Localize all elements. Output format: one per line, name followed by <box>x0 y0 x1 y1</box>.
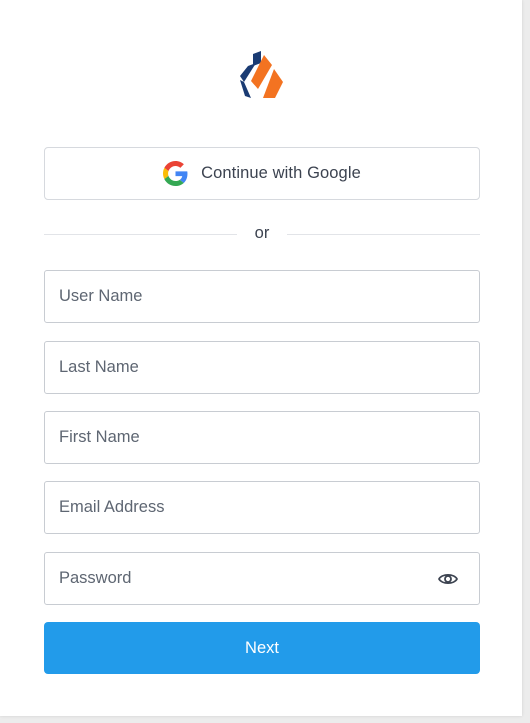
first-name-field-container <box>44 411 480 464</box>
divider-text: or <box>254 224 270 242</box>
divider-line-left <box>44 234 237 235</box>
divider-line-right <box>287 234 480 235</box>
password-field-container <box>44 552 480 605</box>
next-button-label: Next <box>245 638 279 657</box>
user-name-field-container <box>44 270 480 323</box>
email-address-input[interactable] <box>45 482 479 533</box>
next-button[interactable]: Next <box>44 622 480 674</box>
google-icon <box>163 161 188 186</box>
continue-with-google-button[interactable]: Continue with Google <box>44 147 480 200</box>
or-divider: or <box>44 222 480 246</box>
brand-logo-icon <box>239 51 284 100</box>
email-field-container <box>44 481 480 534</box>
continue-with-google-label: Continue with Google <box>201 164 361 182</box>
last-name-field-container <box>44 341 480 394</box>
password-input[interactable] <box>45 553 479 604</box>
signup-card: Continue with Google or Next <box>0 0 522 716</box>
user-name-input[interactable] <box>45 271 479 322</box>
last-name-input[interactable] <box>45 342 479 393</box>
eye-icon[interactable] <box>438 570 458 588</box>
first-name-input[interactable] <box>45 412 479 463</box>
